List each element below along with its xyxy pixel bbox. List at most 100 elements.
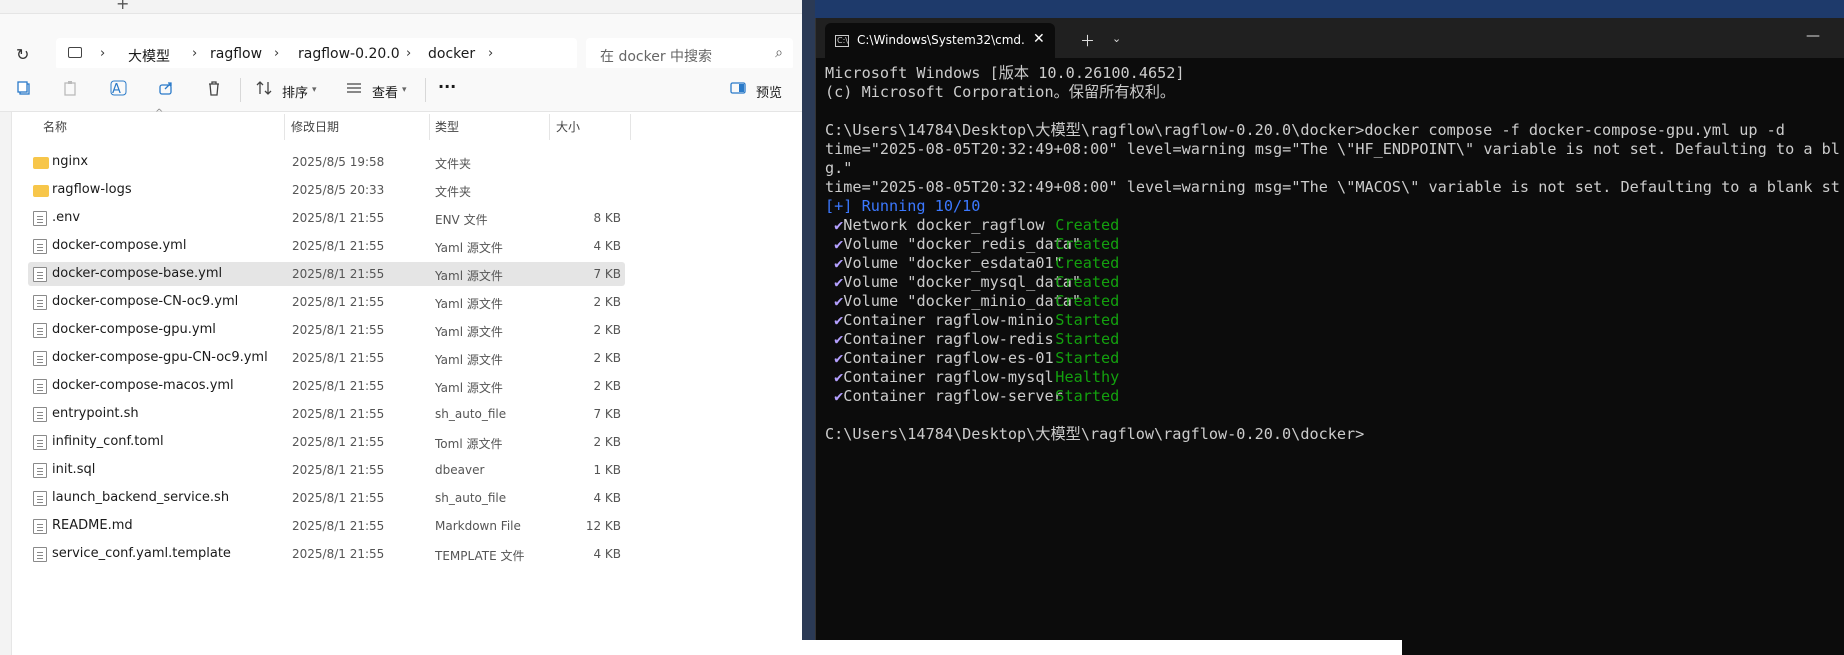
- terminal-line: Microsoft Windows [版本 10.0.26100.4652]: [825, 64, 1185, 82]
- table-row[interactable]: README.md 2025/8/1 21:55 Markdown File 12 K…: [28, 514, 625, 538]
- breadcrumb-item[interactable]: 大模型: [128, 46, 170, 66]
- computer-icon[interactable]: [68, 47, 82, 58]
- file-type: Yaml 源文件: [435, 381, 503, 395]
- preview-pane-icon[interactable]: [730, 80, 750, 100]
- paste-icon[interactable]: [62, 80, 82, 100]
- chevron-right-icon[interactable]: ›: [274, 46, 279, 61]
- table-row[interactable]: nginx 2025/8/5 19:58 文件夹: [28, 150, 625, 174]
- status-value: Created: [1055, 235, 1120, 253]
- terminal-status-line: ✔Volume "docker_esdata01"Created: [825, 254, 1840, 273]
- more-options-button[interactable]: ···: [438, 77, 456, 96]
- terminal-prompt[interactable]: C:\Users\14784\Desktop\大模型\ragflow\ragfl…: [825, 425, 1840, 444]
- checkmark-icon: ✔: [825, 235, 844, 253]
- copy-icon[interactable]: [16, 80, 36, 100]
- status-label: Network docker_ragflow: [843, 216, 1045, 234]
- column-divider[interactable]: [284, 114, 285, 140]
- column-divider[interactable]: [429, 114, 430, 140]
- explorer-tab-strip: +: [0, 0, 802, 14]
- close-icon[interactable]: ✕: [1033, 31, 1045, 47]
- view-icon[interactable]: [346, 80, 366, 100]
- breadcrumb-item[interactable]: ragflow-0.20.0: [298, 46, 400, 62]
- table-row[interactable]: docker-compose-macos.yml 2025/8/1 21:55 Ya…: [28, 374, 625, 398]
- table-row[interactable]: docker-compose-CN-oc9.yml 2025/8/1 21:55 Y…: [28, 290, 625, 314]
- delete-icon[interactable]: [206, 80, 226, 100]
- file-icon: [33, 463, 47, 478]
- table-row[interactable]: ragflow-logs 2025/8/5 20:33 文件夹: [28, 178, 625, 202]
- checkmark-icon: ✔: [825, 311, 844, 329]
- new-terminal-tab-button[interactable]: ＋: [1080, 30, 1095, 51]
- file-date: 2025/8/1 21:55: [292, 323, 385, 337]
- checkmark-icon: ✔: [825, 368, 844, 386]
- breadcrumb-item[interactable]: docker: [428, 46, 475, 62]
- preview-button[interactable]: 预览: [756, 82, 782, 101]
- file-name: docker-compose-base.yml: [52, 266, 223, 281]
- search-icon[interactable]: ⌕: [775, 45, 783, 61]
- table-row[interactable]: init.sql 2025/8/1 21:55 dbeaver 1 KB: [28, 458, 625, 482]
- column-divider[interactable]: [630, 114, 631, 140]
- share-icon[interactable]: [158, 80, 178, 100]
- refresh-icon[interactable]: ↻: [16, 45, 29, 64]
- table-row[interactable]: entrypoint.sh 2025/8/1 21:55 sh_auto_file 7…: [28, 402, 625, 426]
- search-input[interactable]: 在 docker 中搜索 ⌕: [586, 38, 793, 70]
- chevron-right-icon[interactable]: ›: [406, 46, 411, 61]
- sort-button[interactable]: 排序: [282, 82, 308, 101]
- folder-icon: [33, 157, 49, 169]
- minimize-button[interactable]: —: [1806, 28, 1820, 44]
- chevron-down-icon[interactable]: ⌄: [1112, 32, 1121, 45]
- chevron-down-icon[interactable]: ▾: [402, 85, 407, 95]
- table-row[interactable]: service_conf.yaml.template 2025/8/1 21:55…: [28, 542, 625, 566]
- file-size: 2 KB: [593, 351, 621, 365]
- chevron-right-icon[interactable]: ›: [192, 46, 197, 61]
- navigation-pane-edge[interactable]: [0, 112, 12, 655]
- file-size: 2 KB: [593, 379, 621, 393]
- svg-text:A: A: [112, 82, 121, 96]
- file-type: dbeaver: [435, 463, 485, 477]
- file-name: service_conf.yaml.template: [52, 546, 231, 561]
- chevron-right-icon[interactable]: ›: [488, 46, 493, 61]
- chevron-right-icon[interactable]: ›: [100, 46, 105, 61]
- file-size: 4 KB: [593, 547, 621, 561]
- column-header-size[interactable]: 大小: [556, 118, 580, 135]
- file-type: Yaml 源文件: [435, 353, 503, 367]
- file-icon: [33, 295, 47, 310]
- terminal-status-line: ✔Container ragflow-serverStarted: [825, 387, 1840, 406]
- terminal-status-line: ✔Container ragflow-redis Started: [825, 330, 1840, 349]
- column-header-type[interactable]: 类型: [435, 118, 459, 135]
- file-name: README.md: [52, 518, 133, 533]
- breadcrumb-item[interactable]: ragflow: [210, 46, 262, 62]
- table-row[interactable]: .env 2025/8/1 21:55 ENV 文件 8 KB: [28, 206, 625, 230]
- file-type: Yaml 源文件: [435, 269, 503, 283]
- status-label: Container ragflow-redis: [843, 330, 1054, 348]
- terminal-output[interactable]: Microsoft Windows [版本 10.0.26100.4652] (c…: [825, 64, 1840, 644]
- file-icon: [33, 323, 47, 338]
- table-row[interactable]: docker-compose-base.yml 2025/8/1 21:55 Yam…: [28, 262, 625, 286]
- file-size: 8 KB: [593, 211, 621, 225]
- status-value: Started: [1055, 387, 1120, 405]
- table-row[interactable]: docker-compose.yml 2025/8/1 21:55 Yaml 源文件…: [28, 234, 625, 258]
- sort-ascending-icon: ^: [155, 108, 164, 119]
- breadcrumb[interactable]: › 大模型 › ragflow › ragflow-0.20.0 › docke…: [56, 38, 577, 70]
- table-row[interactable]: infinity_conf.toml 2025/8/1 21:55 Toml 源文件…: [28, 430, 625, 454]
- table-row[interactable]: docker-compose-gpu.yml 2025/8/1 21:55 Yaml…: [28, 318, 625, 342]
- column-header-date[interactable]: 修改日期: [291, 118, 339, 135]
- column-divider[interactable]: [549, 114, 550, 140]
- file-name: docker-compose-CN-oc9.yml: [52, 294, 239, 309]
- terminal-window: C:\ C:\Windows\System32\cmd.e> ✕ ＋ ⌄ — M…: [815, 18, 1844, 655]
- new-tab-button[interactable]: +: [116, 0, 129, 13]
- file-size: 2 KB: [593, 435, 621, 449]
- file-name: launch_backend_service.sh: [52, 490, 230, 505]
- terminal-tab[interactable]: C:\ C:\Windows\System32\cmd.e> ✕: [825, 23, 1055, 58]
- table-row[interactable]: launch_backend_service.sh 2025/8/1 21:55 s…: [28, 486, 625, 510]
- table-row[interactable]: docker-compose-gpu-CN-oc9.yml 2025/8/1 21…: [28, 346, 625, 370]
- sort-icon[interactable]: [256, 80, 276, 100]
- file-size: 2 KB: [593, 323, 621, 337]
- file-name: docker-compose.yml: [52, 238, 187, 253]
- view-button[interactable]: 查看: [372, 82, 398, 101]
- chevron-down-icon[interactable]: ▾: [312, 85, 317, 95]
- status-value: Created: [1055, 216, 1120, 234]
- column-header-name[interactable]: 名称: [43, 118, 67, 135]
- file-icon: [33, 519, 47, 534]
- rename-icon[interactable]: A: [110, 80, 130, 100]
- terminal-line: g.": [825, 159, 853, 177]
